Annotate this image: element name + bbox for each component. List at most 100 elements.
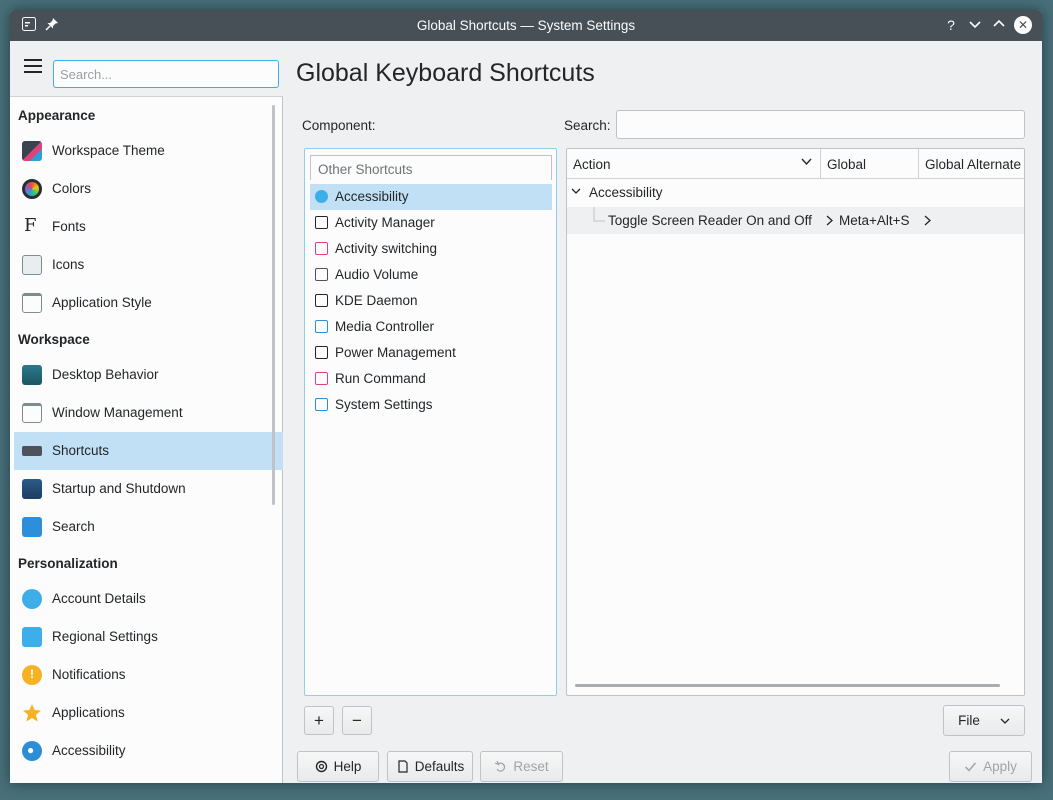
sidebar-item-startup-and-shutdown[interactable]: Startup and Shutdown [14, 470, 283, 508]
sidebar-item-regional-settings[interactable]: Regional Settings [14, 618, 283, 656]
apply-button-label: Apply [983, 759, 1017, 774]
component-icon [315, 346, 328, 359]
window-management-icon [22, 403, 42, 423]
sidebar-item-desktop-behavior[interactable]: Desktop Behavior [14, 356, 283, 394]
expand-chevron-icon[interactable] [571, 186, 581, 199]
sidebar-category-personalization: Personalization [18, 556, 118, 571]
sort-chevron-icon[interactable] [801, 156, 812, 170]
component-label: Activity Manager [335, 215, 435, 230]
component-item-system-settings[interactable]: System Settings [310, 392, 552, 418]
chevron-right-icon[interactable] [923, 214, 932, 229]
horizontal-scrollbar[interactable] [575, 684, 1000, 687]
sidebar-item-workspace-theme[interactable]: Workspace Theme [14, 132, 283, 170]
tree-branch-line [577, 207, 605, 222]
component-icon [315, 398, 328, 411]
titlebar: Global Shortcuts — System Settings ? ✕ [10, 10, 1042, 41]
sidebar-item-notifications[interactable]: ! Notifications [14, 656, 283, 694]
maximize-icon[interactable] [990, 16, 1008, 34]
desktop-behavior-icon [22, 365, 42, 385]
defaults-button-label: Defaults [414, 759, 465, 774]
component-item-audio-volume[interactable]: Audio Volume [310, 262, 552, 288]
help-button[interactable]: Help [297, 751, 379, 782]
component-item-media-controller[interactable]: Media Controller [310, 314, 552, 340]
sidebar-item-shortcuts[interactable]: Shortcuts [14, 432, 283, 470]
component-label: Activity switching [335, 241, 438, 256]
component-item-accessibility[interactable]: Accessibility [310, 184, 552, 210]
add-component-button[interactable]: + [304, 706, 334, 735]
document-revert-icon [398, 760, 408, 773]
regional-icon [22, 627, 42, 647]
actions-table: Action Global Global Alternate Accessibi… [566, 148, 1025, 696]
component-icon [315, 216, 328, 229]
window-title: Global Shortcuts — System Settings [416, 18, 636, 33]
accessibility-icon: ● [22, 741, 42, 761]
sidebar-item-label: Workspace Theme [52, 143, 165, 158]
component-item-run-command[interactable]: Run Command [310, 366, 552, 392]
sidebar-item-account-details[interactable]: Account Details [14, 580, 283, 618]
apply-button[interactable]: Apply [949, 751, 1032, 782]
sidebar-item-colors[interactable]: Colors [14, 170, 283, 208]
sidebar-item-label: Window Management [52, 405, 183, 420]
undo-icon [495, 760, 506, 772]
chevron-down-icon [1000, 718, 1010, 724]
colors-icon [22, 179, 42, 199]
fonts-icon: F [24, 215, 37, 236]
icons-icon [22, 255, 42, 275]
component-item-activity-manager[interactable]: Activity Manager [310, 210, 552, 236]
column-header-action[interactable]: Action [567, 149, 821, 179]
workspace-theme-icon [22, 141, 42, 161]
tree-group-row[interactable]: Accessibility [567, 179, 1024, 206]
close-icon[interactable]: ✕ [1014, 16, 1032, 34]
component-icon [315, 268, 328, 281]
minimize-icon[interactable] [966, 16, 984, 34]
component-icon [315, 190, 328, 203]
main-content: Global Keyboard Shortcuts Component: Sea… [284, 41, 1042, 783]
check-icon [965, 762, 977, 772]
remove-icon: − [352, 710, 362, 730]
help-icon[interactable]: ? [942, 16, 960, 34]
component-group-header: Other Shortcuts [310, 155, 552, 180]
sidebar-item-label: Shortcuts [52, 443, 110, 458]
sidebar-item-search[interactable]: Search [14, 508, 283, 546]
sidebar-item-accessibility[interactable]: ● Accessibility [14, 732, 283, 770]
sidebar-item-window-management[interactable]: Window Management [14, 394, 283, 432]
star-icon [22, 703, 42, 723]
component-list: Other Shortcuts Accessibility Activity Ma… [304, 148, 557, 696]
defaults-button[interactable]: Defaults [387, 751, 473, 782]
sidebar-item-applications[interactable]: Applications [14, 694, 283, 732]
page-title: Global Keyboard Shortcuts [296, 59, 595, 87]
component-label: Audio Volume [335, 267, 419, 282]
action-name: Toggle Screen Reader On and Off [608, 213, 812, 228]
component-icon [315, 242, 328, 255]
remove-component-button[interactable]: − [342, 706, 372, 735]
sidebar-item-label: Accessibility [52, 743, 126, 758]
window: Global Shortcuts — System Settings ? ✕ A… [10, 10, 1042, 783]
sidebar-item-fonts[interactable]: F Fonts [14, 208, 283, 246]
component-label: Accessibility [335, 189, 409, 204]
application-style-icon [22, 293, 42, 313]
chevron-right-icon[interactable] [825, 214, 834, 229]
table-row[interactable]: Toggle Screen Reader On and Off Meta+Alt… [567, 207, 1024, 234]
search-icon [22, 517, 42, 537]
add-icon: + [314, 710, 324, 730]
file-menu-button[interactable]: File [943, 705, 1025, 736]
component-item-activity-switching[interactable]: Activity switching [310, 236, 552, 262]
sidebar-item-application-style[interactable]: Application Style [14, 284, 283, 322]
component-label: System Settings [335, 397, 433, 412]
component-item-kde-daemon[interactable]: KDE Daemon [310, 288, 552, 314]
column-header-global[interactable]: Global [821, 149, 919, 179]
sidebar-item-icons[interactable]: Icons [14, 246, 283, 284]
sidebar-scrollbar[interactable] [272, 105, 275, 505]
column-header-global-alternate[interactable]: Global Alternate [919, 149, 1024, 179]
component-icon [315, 294, 328, 307]
hamburger-menu-icon[interactable] [24, 59, 42, 73]
sidebar-item-label: Icons [52, 257, 85, 272]
component-item-power-management[interactable]: Power Management [310, 340, 552, 366]
shortcut-search-input[interactable] [616, 110, 1025, 139]
global-shortcut-value: Meta+Alt+S [839, 213, 910, 228]
sidebar-item-label: Notifications [52, 667, 126, 682]
sidebar-search-input[interactable] [53, 60, 279, 88]
sidebar-list: Appearance Workspace Theme Colors F Fonts Ico… [10, 98, 283, 783]
reset-button[interactable]: Reset [480, 751, 563, 782]
sidebar-item-label: Search [52, 519, 95, 534]
